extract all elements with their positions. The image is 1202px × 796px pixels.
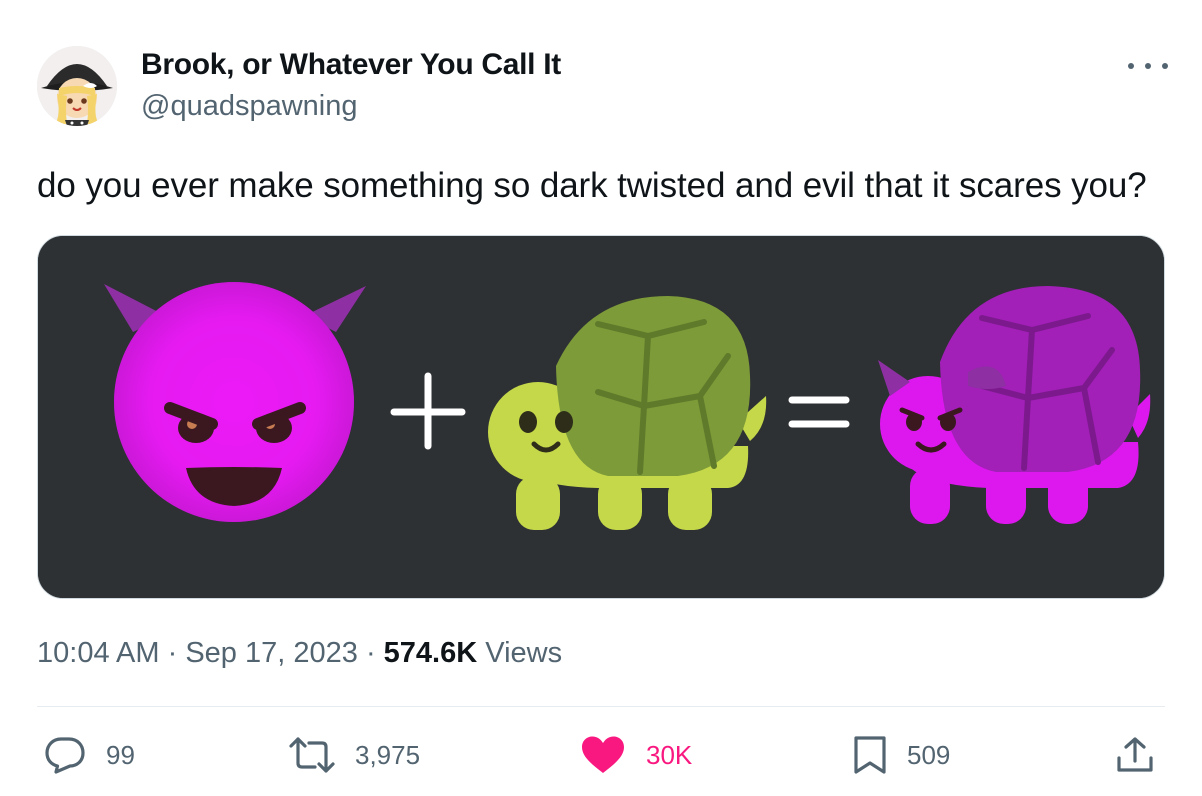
more-options-icon[interactable]: [1128, 54, 1168, 78]
anime-witch-avatar-icon: [37, 46, 117, 126]
views-label: Views: [485, 637, 563, 669]
meta-separator: ·: [167, 637, 178, 669]
retweet-icon: [289, 737, 335, 773]
retweet-button[interactable]: 3,975: [289, 735, 420, 775]
views-count: 574.6K: [383, 637, 478, 669]
tweet-text: do you ever make something so dark twist…: [37, 166, 1147, 205]
reply-button[interactable]: 99: [44, 735, 135, 775]
display-name[interactable]: Brook, or Whatever You Call It: [141, 48, 561, 82]
share-icon: [1117, 737, 1153, 772]
like-count: 30K: [646, 739, 693, 770]
tweet-date[interactable]: Sep 17, 2023: [185, 637, 358, 669]
heart-icon: [582, 736, 624, 773]
meta-separator-2: ·: [365, 637, 376, 669]
emoji-combination-image: [38, 236, 1164, 598]
reply-icon: [45, 737, 85, 774]
tweet-media[interactable]: [37, 235, 1165, 599]
reply-count: 99: [106, 739, 135, 770]
bookmark-button[interactable]: 509: [853, 735, 950, 775]
tweet-meta: 10:04 AM · Sep 17, 2023 · 574.6K Views: [37, 637, 562, 670]
handle[interactable]: @quadspawning: [141, 90, 357, 123]
retweet-count: 3,975: [355, 739, 421, 770]
tweet-time[interactable]: 10:04 AM: [37, 637, 160, 669]
divider: [37, 706, 1165, 707]
bookmark-icon: [854, 736, 886, 774]
like-button[interactable]: 30K: [580, 735, 692, 775]
avatar[interactable]: [37, 46, 117, 126]
bookmark-count: 509: [907, 739, 951, 770]
share-button[interactable]: [1116, 736, 1154, 779]
tweet-card: Brook, or Whatever You Call It @quadspaw…: [0, 0, 1202, 796]
